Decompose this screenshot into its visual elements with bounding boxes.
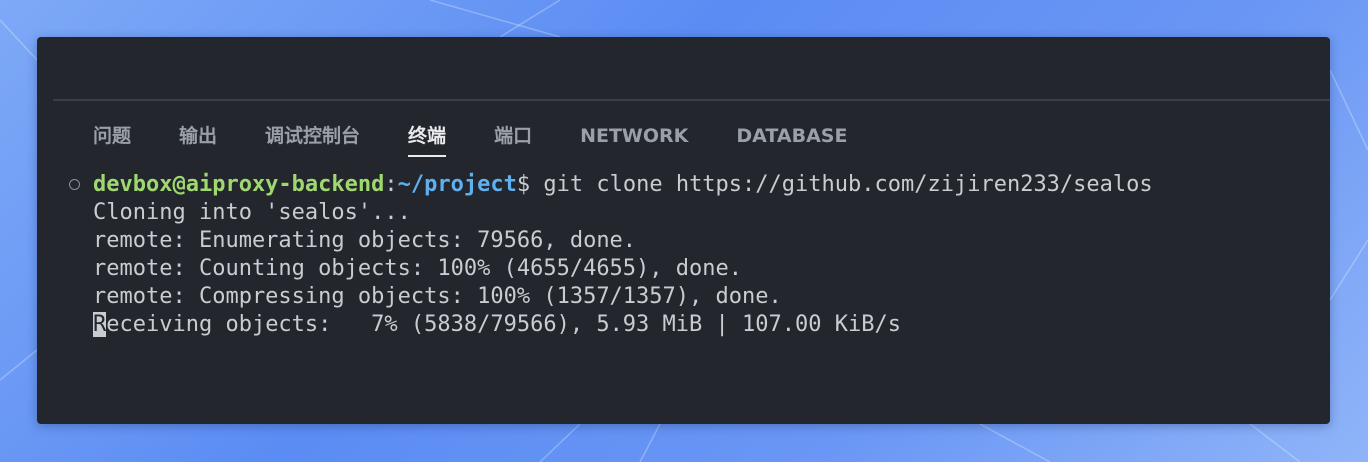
prompt-separator: : [384, 172, 398, 197]
tab-output[interactable]: 输出 [179, 123, 217, 155]
terminal-output[interactable]: devbox@aiproxy-backend:~/project$ git cl… [67, 171, 1310, 339]
output-line: remote: Compressing objects: 100% (1357/… [93, 284, 782, 309]
terminal-cursor: R [93, 312, 107, 337]
panel-tabs: 问题 输出 调试控制台 终端 端口 NETWORK DATABASE [93, 123, 895, 159]
prompt-dollar: $ [516, 172, 531, 197]
tab-ports[interactable]: 端口 [494, 123, 532, 155]
tab-database[interactable]: DATABASE [736, 123, 847, 155]
output-line: remote: Counting objects: 100% (4655/465… [93, 256, 743, 281]
prompt-user-host: devbox@aiproxy-backend [93, 172, 385, 197]
command-text: git clone https://github.com/zijiren233/… [530, 172, 1153, 197]
tab-network[interactable]: NETWORK [580, 123, 688, 155]
output-line: remote: Enumerating objects: 79566, done… [93, 228, 637, 253]
panel-divider [53, 99, 1330, 101]
command-status-icon [69, 179, 80, 190]
terminal-panel: 问题 输出 调试控制台 终端 端口 NETWORK DATABASE devbo… [37, 37, 1330, 424]
output-line: Cloning into 'sealos'... [93, 200, 411, 225]
tab-problems[interactable]: 问题 [93, 123, 131, 155]
tab-terminal[interactable]: 终端 [408, 123, 447, 157]
progress-line: Receiving objects: 7% (5838/79566), 5.93… [67, 311, 1310, 339]
progress-text: eceiving objects: 7% (5838/79566), 5.93 … [106, 312, 901, 337]
tab-debug-console[interactable]: 调试控制台 [265, 123, 360, 155]
command-line: devbox@aiproxy-backend:~/project$ git cl… [67, 171, 1310, 199]
prompt-path: ~/project [397, 172, 517, 197]
